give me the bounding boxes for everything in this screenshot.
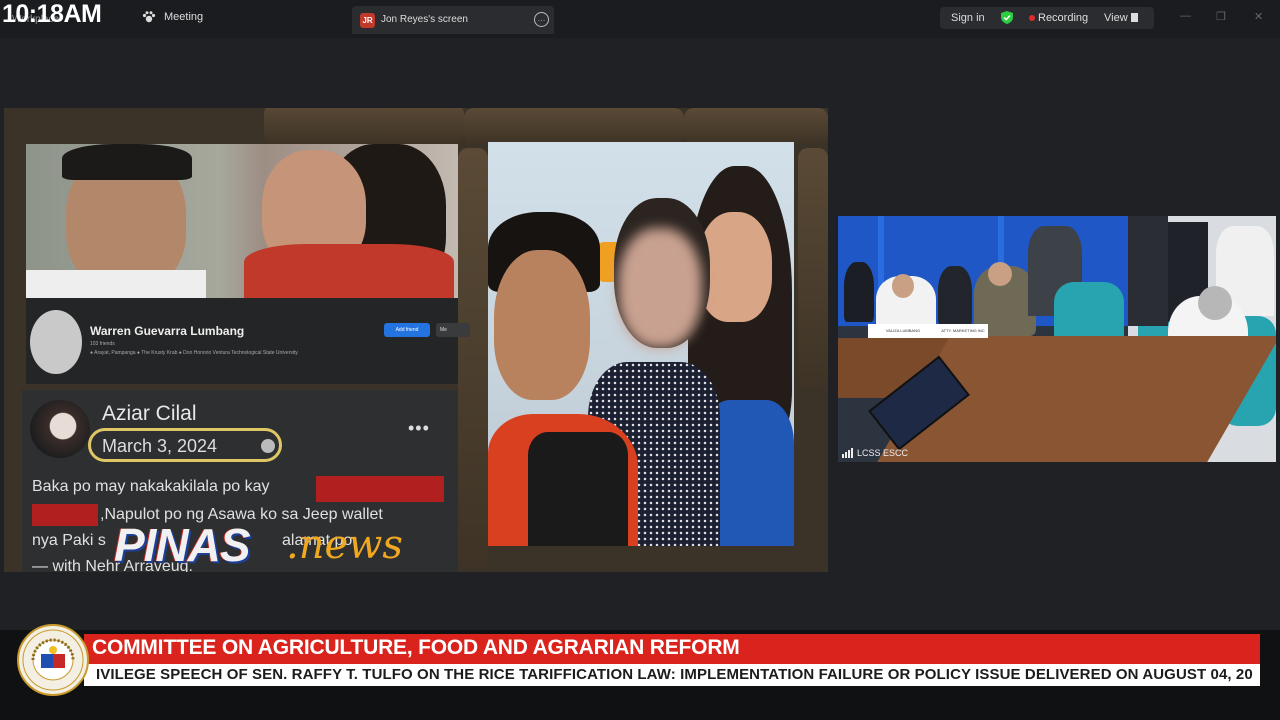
background-sack [464,108,684,144]
attendee [844,262,874,322]
background-sack [264,108,464,144]
meeting-label: Meeting [164,11,204,23]
shared-screen-tab-label: Jon Reyes's screen [381,14,468,25]
group-selfie-photo [488,142,794,546]
background-sack [798,148,828,388]
security-shield-icon[interactable] [1001,11,1013,24]
man-shirt [26,270,206,298]
man-hair [62,144,192,180]
post-author-avatar[interactable] [30,400,90,458]
background-sack [684,108,828,144]
signal-bars-icon [842,448,854,458]
meeting-tab[interactable]: Meeting [142,11,203,23]
paw-icon [142,11,156,23]
man-face [494,250,590,400]
view-menu-button[interactable]: View [1104,12,1128,24]
meeting-controls: Sign in Recording View [940,7,1154,29]
news-ticker: IVILEGE SPEECH OF SEN. RAFFY T. TULFO ON… [84,664,1260,686]
recording-status[interactable]: Recording [1038,12,1088,24]
couple-photo [26,144,458,298]
sign-in-button[interactable]: Sign in [951,12,985,24]
senate-hearing-video: VALIZA LUMBANG ATTY. MARKETING INC LCSS … [838,216,1276,462]
attendee-face [892,274,914,298]
clock-overlay: 10:18AM [2,0,102,28]
globe-icon [261,439,275,453]
ticker-text: IVILEGE SPEECH OF SEN. RAFFY T. TULFO ON… [96,666,1253,683]
profile-info: ● Arayat, Pampanga ● The Krusty Krab ● D… [90,350,298,356]
background-sack [458,148,488,568]
video-source-label: LCSS ESCC [857,448,909,458]
post-date-highlight: March 3, 2024 [88,428,282,462]
lower-third-title-bar: COMMITTEE ON AGRICULTURE, FOOD AND AGRAR… [84,634,1260,664]
add-friend-button[interactable]: Add friend [384,323,430,337]
attendee-face [988,262,1012,286]
redaction-bar [32,504,98,526]
standing-staff [1128,216,1168,326]
woman-dress [244,244,454,298]
attendee [938,266,972,326]
senate-seal-icon [22,629,84,691]
view-layout-icon[interactable] [1131,13,1138,22]
redaction-bar [316,476,444,502]
close-icon[interactable]: ✕ [1254,10,1263,23]
senator-head [1198,286,1232,320]
recording-indicator-icon [1029,15,1035,21]
name-placard: VALIZA LUMBANG [868,324,938,338]
minimize-icon[interactable]: — [1180,10,1191,22]
post-more-icon[interactable]: ••• [408,418,430,439]
committee-title: COMMITTEE ON AGRICULTURE, FOOD AND AGRAR… [92,636,740,659]
post-text-line: nya Paki s [32,532,106,549]
presenter-avatar: JR [360,13,375,28]
pinas-news-watermark-suffix: .news [286,522,403,568]
maximize-icon[interactable]: ❐ [1216,10,1226,23]
video-label: LCSS ESCC [842,448,908,458]
meeting-top-bar: Workplace 10:18AM Meeting JR Jon Reyes's… [0,0,1280,38]
man-jacket-panel [528,432,628,546]
blurred-face [618,228,702,348]
facebook-profile-card: Warren Guevarra Lumbang 103 friends ● Ar… [26,298,470,384]
profile-name[interactable]: Warren Guevarra Lumbang [90,324,244,338]
profile-avatar[interactable] [30,310,82,374]
name-placard: ATTY. MARKETING INC [938,324,988,338]
post-date[interactable]: March 3, 2024 [102,436,217,457]
shared-screen-tab[interactable]: JR Jon Reyes's screen … [352,6,554,34]
senate-seal-logo [17,624,89,696]
more-options-icon[interactable]: … [534,12,549,27]
message-button[interactable]: Me [436,323,470,337]
post-text-line: Baka po may nakakakilala po kay [32,478,270,495]
post-author[interactable]: Aziar Cilal [102,402,197,426]
profile-friends-count: 103 friends [90,341,115,347]
pinas-news-watermark: PINAS [114,519,251,571]
